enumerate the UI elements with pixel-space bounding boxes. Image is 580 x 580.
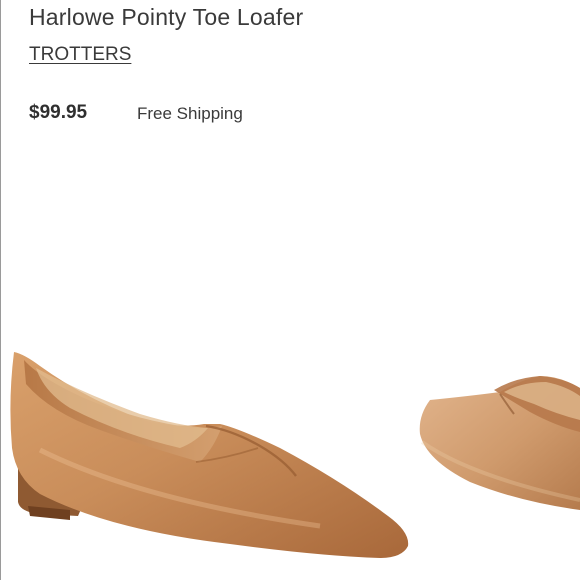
product-title: Harlowe Pointy Toe Loafer bbox=[29, 4, 304, 30]
left-loafer bbox=[10, 352, 409, 558]
product-image bbox=[10, 352, 580, 558]
right-loafer bbox=[419, 376, 580, 510]
product-page: Harlowe Pointy Toe Loafer TROTTERS $99.9… bbox=[0, 0, 580, 580]
price: $99.95 bbox=[29, 102, 88, 123]
shipping-info: Free Shipping bbox=[137, 104, 243, 123]
brand-link[interactable]: TROTTERS bbox=[29, 44, 131, 66]
